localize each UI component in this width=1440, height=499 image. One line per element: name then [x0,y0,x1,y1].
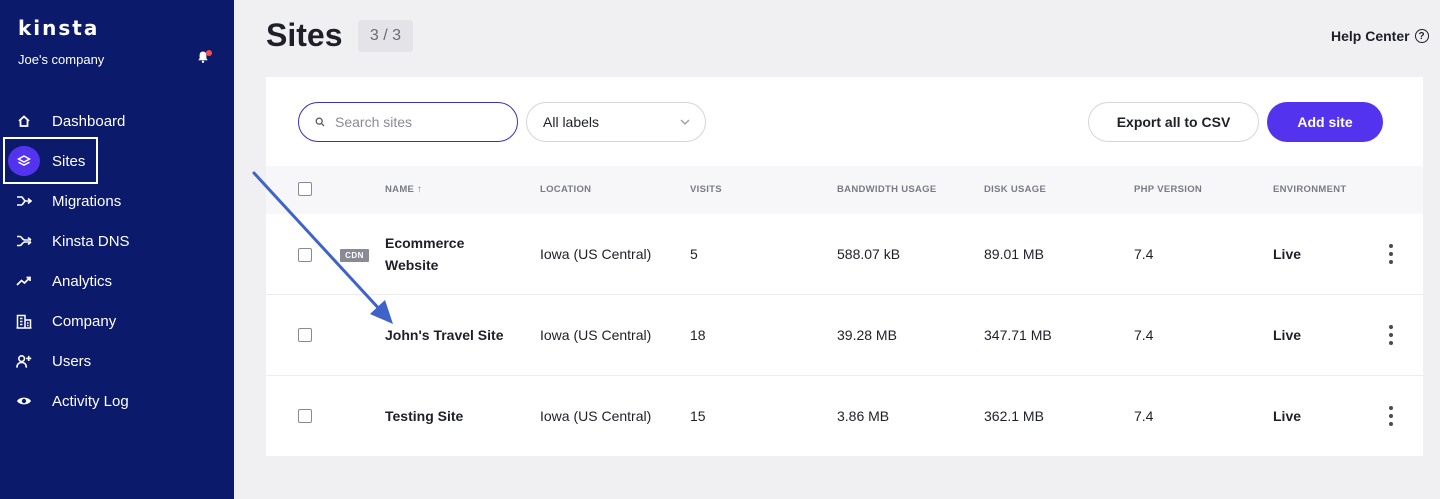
sidebar-item-analytics[interactable]: Analytics [0,261,234,301]
column-label: NAME [385,184,415,195]
sidebar-item-label: Users [52,352,92,370]
sidebar-item-label: Company [52,312,117,330]
sort-ascending-icon: ↑ [417,184,423,195]
question-icon: ? [1414,29,1429,43]
site-bandwidth: 588.07 kB [837,246,901,262]
notification-dot [206,50,212,56]
migrations-icon [16,193,32,209]
more-options-icon[interactable] [1386,406,1396,426]
search-box[interactable] [298,102,518,142]
column-header-visits[interactable]: VISITS [690,184,722,195]
sidebar-item-label: Activity Log [52,392,129,410]
site-location: Iowa (US Central) [540,408,652,424]
site-disk-usage: 362.1 MB [984,408,1044,424]
chevron-down-icon [680,119,690,125]
select-all-checkbox[interactable] [298,182,312,196]
kinsta-logo[interactable]: kinsta [18,16,99,40]
search-icon [315,117,325,127]
site-php-version: 7.4 [1134,327,1154,343]
site-bandwidth: 39.28 MB [837,327,897,343]
site-name-link[interactable]: Ecommerce Website [385,232,495,276]
sidebar-item-migrations[interactable]: Migrations [0,181,234,221]
sidebar-item-dashboard[interactable]: Dashboard [0,101,234,141]
column-header-bandwidth[interactable]: BANDWIDTH USAGE [837,184,937,195]
site-visits: 15 [690,408,706,424]
sites-count-badge: 3 / 3 [358,20,413,52]
add-user-icon [16,353,32,369]
dns-icon [16,233,32,249]
table-header: NAME ↑ LOCATION VISITS BANDWIDTH USAGE D… [266,166,1423,214]
home-icon [16,113,32,129]
row-checkbox[interactable] [298,248,312,262]
sidebar-item-label: Analytics [52,272,113,290]
help-center-link[interactable]: Help Center ? [1331,28,1429,44]
site-name-link[interactable]: Testing Site [385,405,535,427]
more-options-icon[interactable] [1386,325,1396,345]
site-location: Iowa (US Central) [540,327,652,343]
sidebar-item-users[interactable]: Users [0,341,234,381]
site-environment: Live [1273,408,1302,424]
column-header-name[interactable]: NAME ↑ [385,184,422,195]
row-checkbox[interactable] [298,328,312,342]
column-header-location[interactable]: LOCATION [540,184,591,195]
sidebar: kinsta Joe's company Dashboard Sites Mig… [0,0,234,499]
sidebar-item-label: Kinsta DNS [52,232,130,250]
table-row[interactable]: John's Travel Site Iowa (US Central) 18 … [266,295,1423,376]
site-environment: Live [1273,246,1302,262]
site-php-version: 7.4 [1134,408,1154,424]
sites-card: All labels Export all to CSV Add site NA… [266,77,1423,456]
table-row[interactable]: Testing Site Iowa (US Central) 15 3.86 M… [266,376,1423,457]
eye-icon [16,393,32,409]
add-site-button[interactable]: Add site [1267,102,1383,142]
site-environment: Live [1273,327,1302,343]
sidebar-item-company[interactable]: Company [0,301,234,341]
site-bandwidth: 3.86 MB [837,408,890,424]
sidebar-item-kinsta-dns[interactable]: Kinsta DNS [0,221,234,261]
row-checkbox[interactable] [298,409,312,423]
sidebar-item-label: Dashboard [52,112,126,130]
column-header-environment[interactable]: ENVIRONMENT [1273,184,1347,195]
column-header-php[interactable]: PHP VERSION [1134,184,1202,195]
analytics-icon [16,273,32,289]
site-disk-usage: 347.71 MB [984,327,1052,343]
sidebar-item-label: Migrations [52,192,122,210]
sidebar-item-activity-log[interactable]: Activity Log [0,381,234,421]
annotation-highlight-box [3,137,98,184]
cdn-badge: CDN [340,249,369,262]
site-location: Iowa (US Central) [540,246,652,262]
site-name-link[interactable]: John's Travel Site [385,324,535,346]
company-icon [16,313,32,329]
export-csv-button[interactable]: Export all to CSV [1088,102,1259,142]
table-row[interactable]: CDN Ecommerce Website Iowa (US Central) … [266,214,1423,295]
column-header-disk[interactable]: DISK USAGE [984,184,1046,195]
site-visits: 18 [690,327,706,343]
search-input[interactable] [335,114,495,130]
site-php-version: 7.4 [1134,246,1154,262]
labels-select-value: All labels [543,114,600,130]
site-disk-usage: 89.01 MB [984,246,1044,262]
labels-select[interactable]: All labels [526,102,706,142]
more-options-icon[interactable] [1386,244,1396,264]
site-visits: 5 [690,246,698,262]
help-center-label: Help Center [1331,28,1410,44]
page-title: Sites [266,17,343,53]
company-name[interactable]: Joe's company [18,52,104,67]
